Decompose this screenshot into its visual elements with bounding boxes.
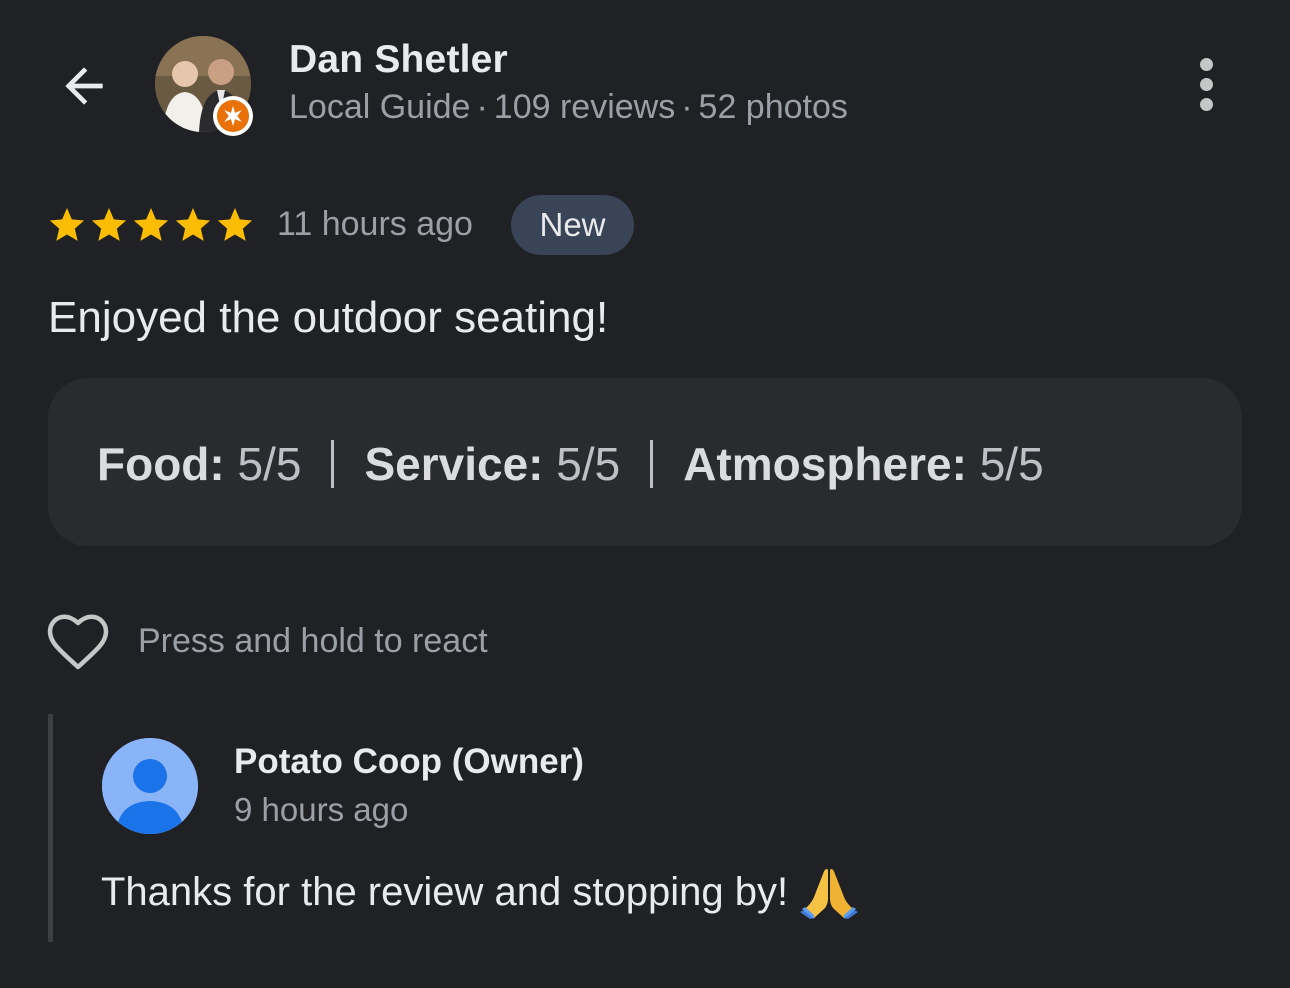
rating-food-label: Food: — [97, 438, 225, 490]
rating-service: Service: 5/5 — [364, 437, 620, 491]
star-icon — [175, 208, 211, 241]
new-badge: New — [511, 195, 634, 255]
owner-name: Potato Coop (Owner) — [234, 742, 584, 781]
star-icon — [133, 208, 169, 241]
reviewer-name[interactable]: Dan Shetler — [289, 38, 508, 82]
review-count: 109 reviews — [493, 88, 676, 126]
more-vert-icon — [1199, 57, 1213, 71]
heart-outline-icon — [47, 614, 109, 670]
review-text: Enjoyed the outdoor seating! — [48, 293, 609, 342]
back-button[interactable] — [46, 48, 122, 124]
rating-service-label: Service: — [364, 438, 544, 490]
reviewer-avatar[interactable] — [155, 36, 255, 136]
person-icon — [102, 738, 198, 834]
local-guide-star-icon — [224, 105, 242, 127]
star-icon — [49, 208, 85, 241]
attribute-ratings-card: Food: 5/5 Service: 5/5 Atmosphere: 5/5 — [48, 378, 1242, 546]
owner-reply-text: Thanks for the review and stopping by! — [101, 865, 859, 919]
more-vert-dot — [1199, 77, 1213, 91]
rating-food: Food: 5/5 — [97, 437, 301, 491]
more-options-button[interactable] — [1176, 52, 1236, 116]
react-button[interactable] — [46, 612, 110, 672]
attribute-ratings: Food: 5/5 Service: 5/5 Atmosphere: 5/5 — [97, 437, 1044, 491]
owner-avatar — [102, 738, 198, 834]
local-guide-badge — [213, 96, 253, 136]
review-time: 11 hours ago — [277, 205, 473, 243]
arrow-back-icon — [65, 67, 103, 105]
owner-reply-message: Thanks for the review and stopping by! — [101, 869, 789, 914]
meta-separator: · — [681, 88, 693, 126]
rating-divider — [331, 440, 335, 488]
photo-count: 52 photos — [698, 88, 848, 126]
rating-atmosphere-value: 5/5 — [979, 438, 1044, 490]
meta-separator: · — [476, 88, 488, 126]
star-icon — [217, 208, 253, 241]
star-icon — [91, 208, 127, 241]
reviewer-meta: Local Guide · 109 reviews · 52 photos — [289, 88, 848, 127]
react-hint: Press and hold to react — [138, 622, 488, 660]
reply-indent-bar — [48, 714, 53, 942]
rating-divider — [650, 440, 654, 488]
more-vert-dot — [1199, 97, 1213, 111]
owner-reply-time: 9 hours ago — [234, 791, 409, 828]
rating-food-value: 5/5 — [237, 438, 302, 490]
local-guide-label: Local Guide — [289, 88, 471, 126]
star-rating — [47, 205, 255, 245]
rating-service-value: 5/5 — [556, 438, 621, 490]
folded-hands-icon — [800, 869, 859, 919]
rating-atmosphere-label: Atmosphere: — [683, 438, 967, 490]
rating-atmosphere: Atmosphere: 5/5 — [683, 437, 1043, 491]
